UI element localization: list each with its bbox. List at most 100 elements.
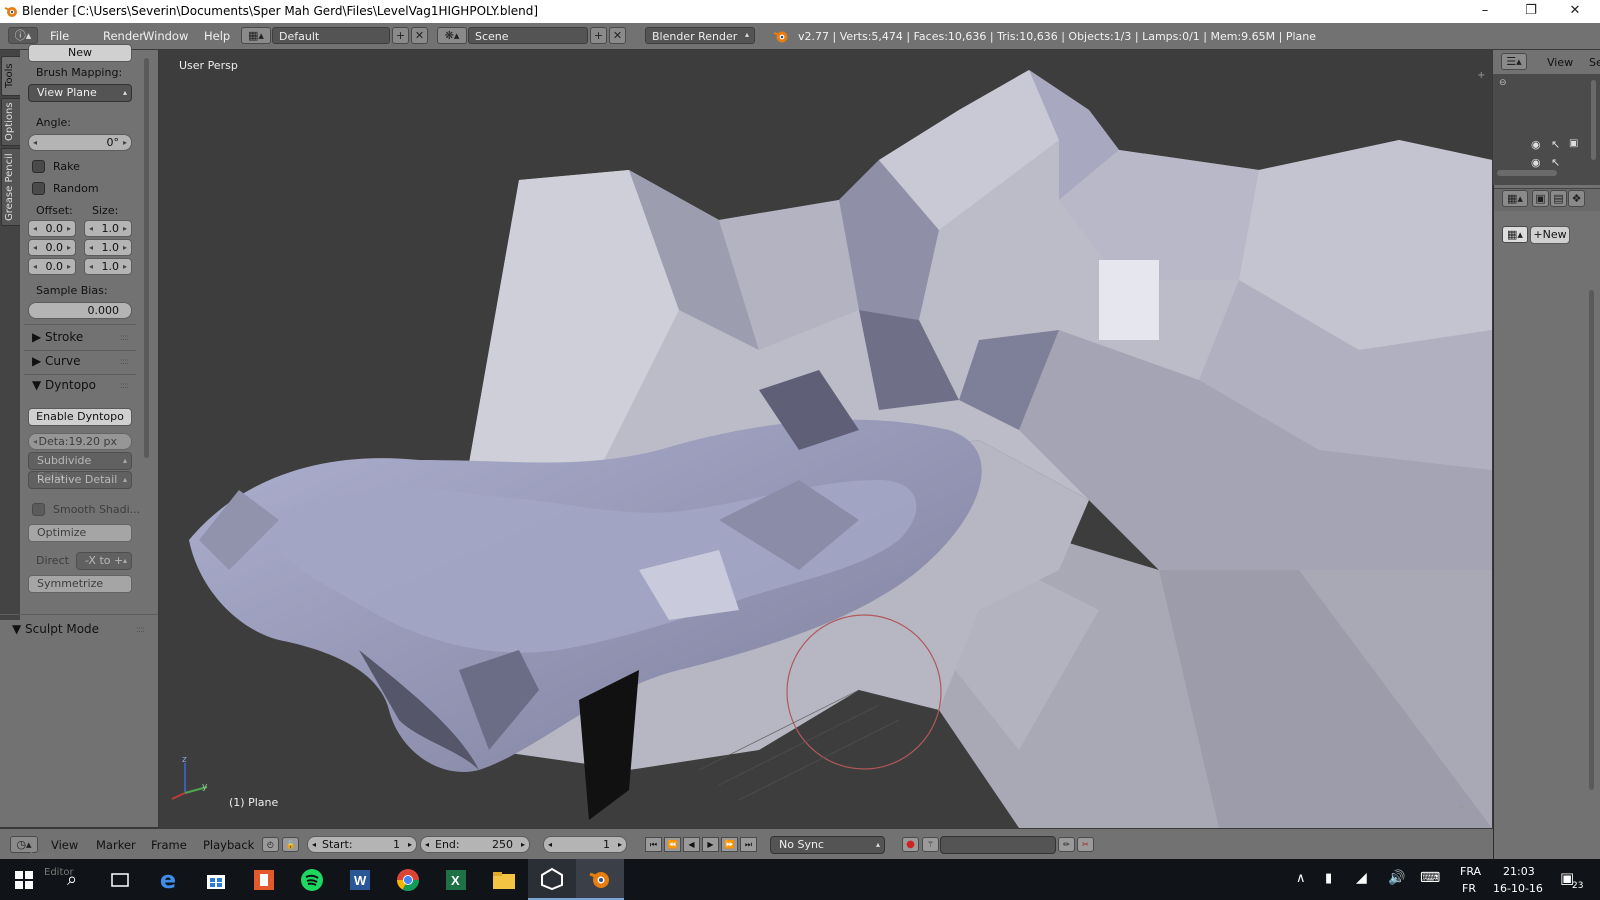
language-bottom[interactable]: FR — [1462, 882, 1476, 895]
scene-field[interactable]: Scene — [468, 27, 588, 44]
keyboard-icon[interactable]: ⌨ — [1420, 870, 1440, 886]
timeline-menu-playback[interactable]: Playback — [203, 838, 254, 852]
enable-dyntopo-button[interactable]: Enable Dyntopo — [28, 408, 132, 426]
eye-icon[interactable]: ◉ — [1531, 138, 1541, 151]
scene-tab-icon[interactable]: ▤ — [1550, 190, 1567, 207]
outliner-scrollbar[interactable] — [1497, 170, 1557, 176]
properties-editor-type-icon[interactable]: ▦▴ — [1502, 190, 1528, 207]
add-screen-icon[interactable]: + — [392, 27, 409, 44]
offset-x-field[interactable]: ◂ 0.0 ▸ — [28, 220, 76, 237]
stroke-section-header[interactable]: ▶ Stroke — [32, 330, 83, 344]
panel-scrollbar[interactable] — [144, 58, 149, 458]
timeline-menu-frame[interactable]: Frame — [151, 838, 187, 852]
record-icon[interactable]: ● — [902, 837, 919, 852]
remove-scene-icon[interactable]: ✕ — [609, 27, 626, 44]
play-icon[interactable]: ▶ — [702, 837, 719, 852]
volume-icon[interactable]: 🔊 — [1388, 870, 1405, 886]
angle-field[interactable]: ◂ 0° ▸ — [28, 134, 132, 151]
blender-taskbar-icon[interactable] — [576, 859, 624, 900]
size-z-field[interactable]: ◂ 1.0 ▸ — [84, 258, 132, 275]
cursor-icon[interactable]: ↖ — [1551, 138, 1560, 151]
keying-set-icon[interactable]: ⚚ — [922, 837, 939, 852]
cursor-icon[interactable]: ↖ — [1551, 156, 1560, 169]
lock-icon[interactable]: 🔒 — [282, 837, 299, 852]
scene-icon[interactable]: ❋▴ — [437, 27, 467, 44]
render-tab-icon[interactable]: ▣ — [1532, 190, 1549, 207]
prev-keyframe-icon[interactable]: ⏪ — [664, 837, 681, 852]
insert-keyframe-icon[interactable]: ✏ — [1058, 837, 1075, 852]
unity-icon[interactable] — [528, 859, 576, 900]
new-brush-button[interactable]: New — [28, 44, 132, 62]
viewport-corner-plus-icon[interactable]: + — [1457, 802, 1465, 813]
optimize-button[interactable]: Optimize — [28, 524, 132, 542]
excel-icon[interactable]: X — [432, 859, 480, 900]
rake-checkbox[interactable] — [32, 160, 45, 173]
end-frame-field[interactable]: ◂ End: 250 ▸ — [420, 836, 530, 853]
properties-scrollbar[interactable] — [1589, 290, 1594, 790]
sample-bias-field[interactable]: 0.000 — [28, 302, 132, 319]
language-top[interactable]: FRA — [1460, 865, 1481, 878]
current-frame-field[interactable]: ◂ 1 ▸ — [543, 836, 627, 853]
screen-layout-icon[interactable]: ▦▴ — [241, 27, 271, 44]
close-button[interactable]: ✕ — [1552, 0, 1598, 23]
editor-type-icon[interactable]: ⓘ▴ — [8, 27, 38, 44]
start-button[interactable] — [0, 859, 48, 900]
eye-icon[interactable]: ◉ — [1531, 156, 1541, 169]
remove-screen-icon[interactable]: ✕ — [411, 27, 428, 44]
brush-mapping-select[interactable]: View Plane ▴ — [28, 84, 132, 102]
menu-render[interactable]: Render — [103, 29, 144, 43]
drag-grip-icon[interactable]: :::: — [120, 357, 158, 367]
clock-date[interactable]: 16-10-16 — [1493, 882, 1543, 895]
battery-icon[interactable]: ▮ — [1325, 871, 1332, 886]
size-x-field[interactable]: ◂ 1.0 ▸ — [84, 220, 132, 237]
drag-grip-icon[interactable]: :::: — [136, 625, 158, 635]
subdivide-collapse-select[interactable]: Subdivide Colla...▴ — [28, 452, 132, 483]
tab-options[interactable]: Options — [1, 98, 21, 146]
timeline-menu-view[interactable]: View — [51, 838, 78, 852]
next-keyframe-icon[interactable]: ⏩ — [721, 837, 738, 852]
minimize-button[interactable]: – — [1462, 0, 1508, 23]
curve-section-header[interactable]: ▶ Curve — [32, 354, 80, 368]
render-visibility-icon[interactable]: ▣ — [1569, 138, 1578, 149]
preview-range-icon[interactable]: ◴ — [262, 837, 279, 852]
random-checkbox[interactable] — [32, 182, 45, 195]
tab-grease-pencil[interactable]: Grease Pencil — [1, 148, 21, 226]
delete-keyframe-icon[interactable]: ✂ — [1077, 837, 1094, 852]
outliner-editor-type-icon[interactable]: ☰▴ — [1501, 53, 1527, 70]
spotify-icon[interactable] — [288, 859, 336, 900]
drag-grip-icon[interactable]: :::: — [120, 333, 158, 343]
chrome-icon[interactable] — [384, 859, 432, 900]
start-frame-field[interactable]: ◂ Start: 1 ▸ — [307, 836, 417, 853]
menu-window[interactable]: Window — [143, 29, 188, 43]
viewport-corner-plus-icon[interactable]: + — [1477, 70, 1485, 81]
timeline-menu-marker[interactable]: Marker — [96, 838, 136, 852]
file-explorer-icon[interactable] — [480, 859, 528, 900]
play-reverse-icon[interactable]: ◀ — [683, 837, 700, 852]
task-view-icon[interactable] — [96, 859, 144, 900]
search-icon[interactable]: ⌕ — [48, 859, 96, 900]
jump-start-icon[interactable]: ⏮ — [645, 837, 662, 852]
clock-time[interactable]: 21:03 — [1503, 865, 1535, 878]
symmetrize-button[interactable]: Symmetrize — [28, 575, 132, 593]
wifi-icon[interactable]: ◢ — [1356, 870, 1367, 886]
dyntopo-section-header[interactable]: ▼ Dyntopo — [32, 378, 96, 392]
direction-select[interactable]: -X to + ▴ — [76, 552, 132, 570]
keying-set-field[interactable] — [940, 836, 1056, 854]
outliner-search-partial[interactable]: Se — [1589, 56, 1600, 69]
offset-y-field[interactable]: ◂ 0.0 ▸ — [28, 239, 76, 256]
detail-size-field[interactable]: ◂ Deta:19.20 px — [28, 433, 132, 450]
jump-end-icon[interactable]: ⏭ — [740, 837, 757, 852]
outliner-view-menu[interactable]: View — [1547, 56, 1573, 69]
office-icon[interactable] — [240, 859, 288, 900]
offset-z-field[interactable]: ◂ 0.0 ▸ — [28, 258, 76, 275]
texture-type-icon[interactable]: ▦▴ — [1502, 226, 1528, 243]
render-engine-select[interactable]: Blender Render — [645, 27, 755, 44]
menu-help[interactable]: Help — [204, 29, 230, 43]
word-icon[interactable]: W — [336, 859, 384, 900]
size-y-field[interactable]: ◂ 1.0 ▸ — [84, 239, 132, 256]
store-icon[interactable] — [192, 859, 240, 900]
relative-detail-select[interactable]: Relative Detail ▴ — [28, 471, 132, 489]
smooth-shading-checkbox[interactable] — [32, 503, 45, 516]
outliner-vscrollbar[interactable] — [1591, 80, 1596, 160]
add-scene-icon[interactable]: + — [590, 27, 607, 44]
